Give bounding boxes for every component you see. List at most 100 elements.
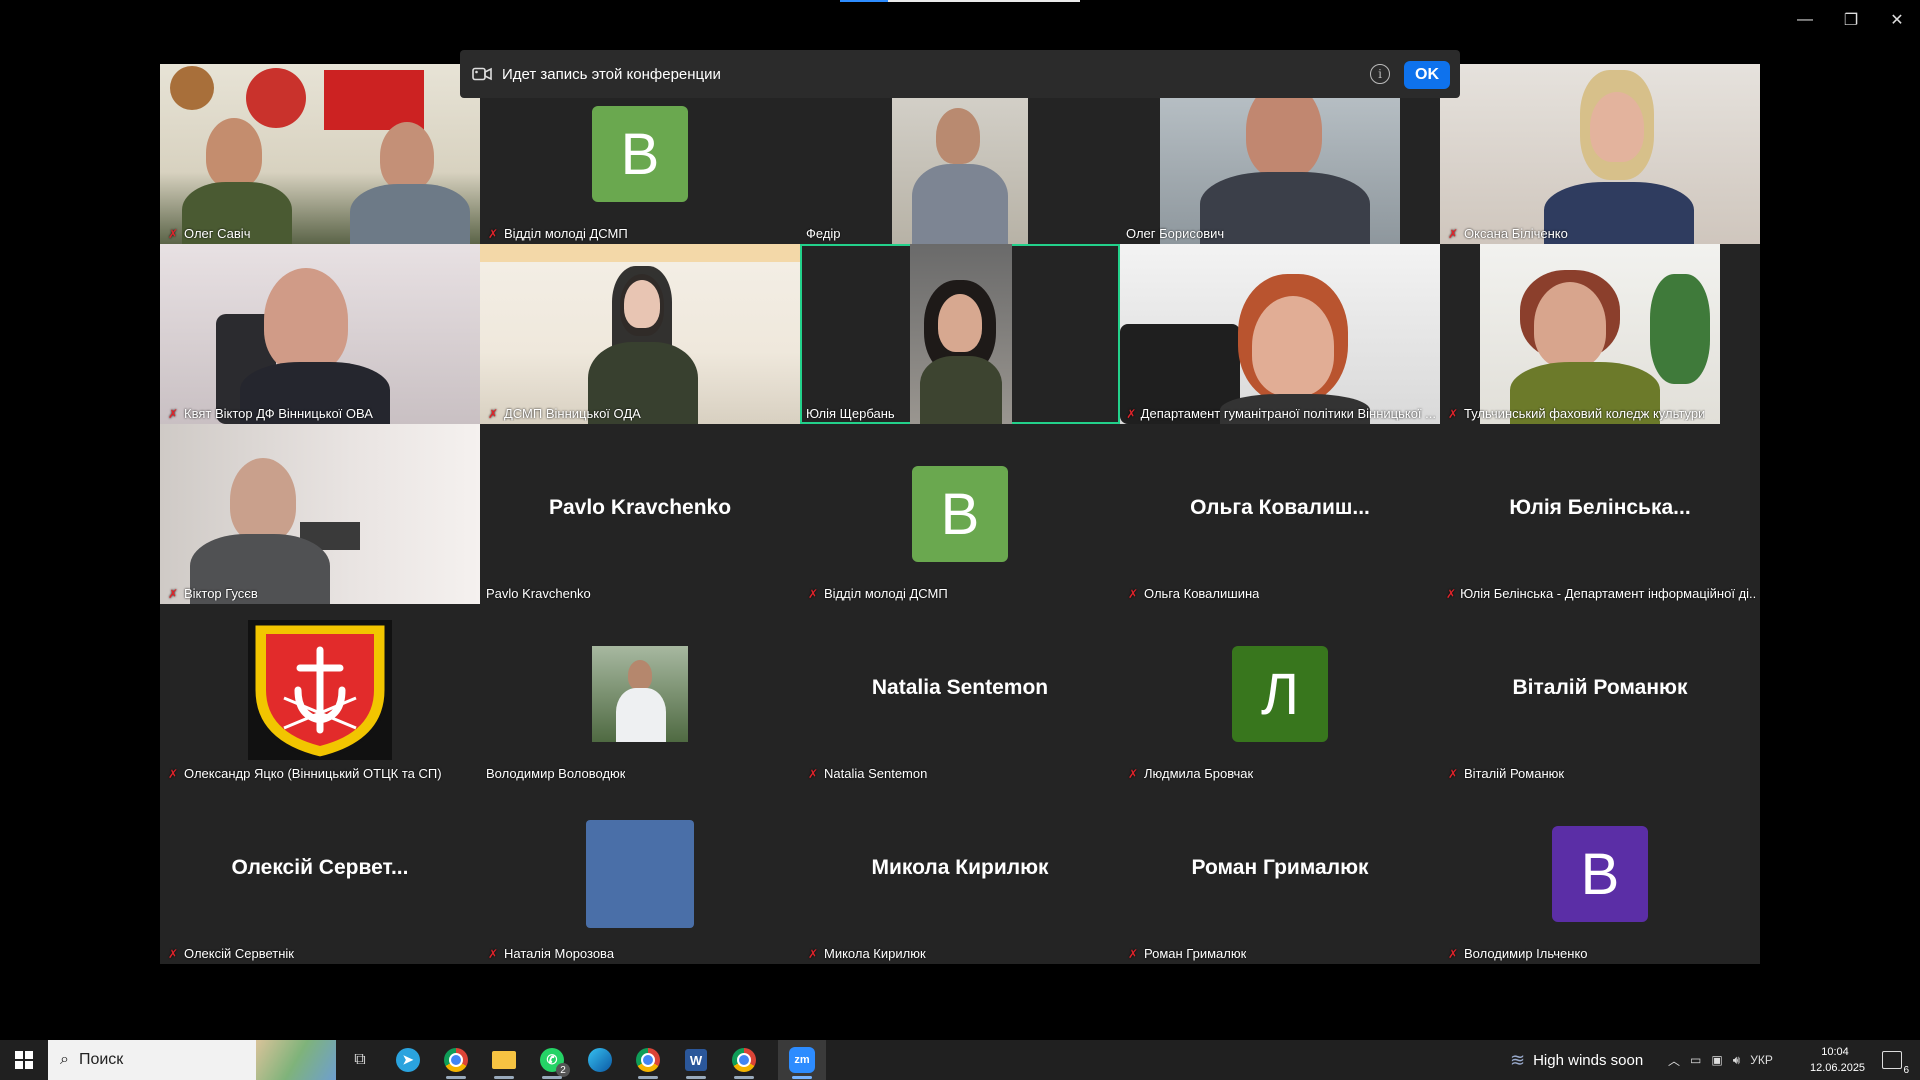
zoom-icon[interactable]: zm: [778, 1040, 826, 1080]
participant-video: [910, 244, 1012, 424]
recording-notification: Идет запись этой конференции i OK: [460, 50, 1460, 98]
participant-tile[interactable]: Natalia Sentemon ✗ Natalia Sentemon: [800, 604, 1120, 784]
chrome-icon[interactable]: [432, 1040, 480, 1080]
profile-photo: [592, 646, 688, 742]
system-tray: ︿ ▭ ▣ 🔊︎ УКР: [1668, 1040, 1773, 1080]
telegram-icon[interactable]: ➤: [384, 1040, 432, 1080]
participant-name: ✗ Natalia Sentemon: [807, 766, 928, 781]
participant-tile[interactable]: Віталій Романюк ✗ Віталій Романюк: [1440, 604, 1760, 784]
chrome-second-icon[interactable]: [720, 1040, 768, 1080]
participant-tile[interactable]: В ✗ Володимир Ільченко: [1440, 784, 1760, 964]
participant-display-name: Роман Грималюк: [1191, 856, 1369, 879]
participant-name: Федір: [806, 226, 841, 241]
ok-button[interactable]: OK: [1404, 61, 1450, 89]
battery-icon[interactable]: ▭: [1690, 1053, 1701, 1067]
participant-tile[interactable]: ✗ Олег Савіч: [160, 64, 480, 244]
participant-tile[interactable]: ✗ Наталія Морозова: [480, 784, 800, 964]
clock[interactable]: 10:04 12.06.2025: [1810, 1044, 1866, 1076]
participant-name: ✗ Тульчинський фаховий коледж культури: [1447, 406, 1706, 421]
avatar: В: [592, 106, 688, 202]
avatar: Л: [1232, 646, 1328, 742]
info-icon[interactable]: i: [1370, 64, 1390, 84]
participant-tile-active-speaker[interactable]: Юлія Щербань: [800, 244, 1120, 424]
participant-tile[interactable]: Pavlo Kravchenko Pavlo Kravchenko: [480, 424, 800, 604]
word-icon[interactable]: W: [672, 1040, 720, 1080]
participant-video: [1480, 244, 1720, 424]
participant-tile[interactable]: Олексій Сервет... ✗ Олексій Серветнік: [160, 784, 480, 964]
participant-display-name: Віталій Романюк: [1512, 676, 1688, 699]
whatsapp-badge: 2: [556, 1063, 570, 1077]
notification-count: 6: [1903, 1065, 1909, 1076]
participant-video: [160, 424, 480, 604]
participant-name: ✗ Микола Кирилюк: [807, 946, 926, 961]
participant-tile[interactable]: ✗ ДСМП Вінницької ОДА: [480, 244, 800, 424]
participant-name: ✗ Олексій Серветнік: [167, 946, 294, 961]
participant-tile[interactable]: Микола Кирилюк ✗ Микола Кирилюк: [800, 784, 1120, 964]
task-view-icon[interactable]: ⧉: [336, 1040, 384, 1080]
participant-tile[interactable]: ✗ Департамент гуманітраної політики Вінни…: [1120, 244, 1440, 424]
avatar: В: [912, 466, 1008, 562]
participant-name: Володимир Воловодюк: [486, 766, 626, 781]
mic-muted-icon: ✗: [487, 406, 499, 421]
mic-muted-icon: ✗: [487, 226, 499, 241]
weather-text: High winds soon: [1533, 1051, 1644, 1069]
search-icon: ⌕: [60, 1051, 69, 1068]
participant-display-name: Natalia Sentemon: [871, 676, 1049, 699]
participant-name: ✗ Віталій Романюк: [1447, 766, 1565, 781]
whatsapp-icon[interactable]: ✆ 2: [528, 1040, 576, 1080]
participant-name: ✗ Оксана Біліченко: [1447, 226, 1568, 241]
participant-video: [160, 244, 480, 424]
minimize-button[interactable]: —: [1782, 0, 1828, 40]
notification-center-icon[interactable]: 6: [1872, 1040, 1912, 1080]
participant-tile[interactable]: Ольга Ковалиш... ✗ Ольга Ковалишина: [1120, 424, 1440, 604]
close-button[interactable]: ✕: [1874, 0, 1920, 40]
participant-tile[interactable]: ✗ Квят Віктор ДФ Вінницької ОВА: [160, 244, 480, 424]
participant-tile[interactable]: ✗ Тульчинський фаховий коледж культури: [1440, 244, 1760, 424]
mic-muted-icon: ✗: [1447, 946, 1459, 961]
participant-tile[interactable]: Володимир Воловодюк: [480, 604, 800, 784]
participant-name: ✗ Роман Грималюк: [1127, 946, 1247, 961]
participant-name: ✗ ДСМП Вінницької ОДА: [487, 406, 641, 421]
search-placeholder: Поиск: [78, 1051, 124, 1068]
weather-widget[interactable]: ≋ High winds soon: [1510, 1040, 1643, 1080]
chrome-profile-icon[interactable]: [624, 1040, 672, 1080]
mic-muted-icon: ✗: [1446, 586, 1457, 601]
chevron-up-icon[interactable]: ︿: [1668, 1052, 1680, 1069]
gallery-view: ✗ Олег Савіч В ✗ Відділ молоді ДСМП Федір …: [160, 64, 1760, 964]
file-explorer-icon[interactable]: [480, 1040, 528, 1080]
recording-camera-icon: [472, 67, 492, 81]
participant-tile[interactable]: ✗ Олександр Яцко (Вінницький ОТЦК та СП): [160, 604, 480, 784]
participant-tile[interactable]: Л ✗ Людмила Бровчак: [1120, 604, 1440, 784]
participant-tile[interactable]: Юлія Белінська... ✗ Юлія Белінська - Депа…: [1440, 424, 1760, 604]
participant-video: [1440, 64, 1760, 244]
language-indicator[interactable]: УКР: [1750, 1053, 1773, 1067]
participant-tile[interactable]: В ✗ Відділ молоді ДСМП: [800, 424, 1120, 604]
volume-icon[interactable]: 🔊︎: [1733, 1053, 1741, 1068]
network-icon[interactable]: ▣: [1711, 1053, 1722, 1067]
mic-muted-icon: ✗: [1447, 766, 1459, 781]
mic-muted-icon: ✗: [167, 946, 179, 961]
mic-muted-icon: ✗: [167, 766, 179, 781]
wind-icon: ≋: [1510, 1049, 1526, 1070]
tab-indicator: [840, 0, 888, 2]
participant-tile[interactable]: Роман Грималюк ✗ Роман Грималюк: [1120, 784, 1440, 964]
edge-icon[interactable]: [576, 1040, 624, 1080]
mic-muted-icon: ✗: [167, 226, 179, 241]
clock-date: 12.06.2025: [1810, 1062, 1866, 1074]
mic-muted-icon: ✗: [1126, 406, 1137, 421]
participant-tile[interactable]: ✗ Віктор Гусєв: [160, 424, 480, 604]
taskbar-search[interactable]: ⌕ Поиск: [48, 1040, 336, 1080]
mic-muted-icon: ✗: [1127, 586, 1139, 601]
participant-video: [480, 244, 800, 424]
window-controls: — ❐ ✕: [1782, 0, 1920, 40]
participant-tile[interactable]: ✗ Оксана Біліченко: [1440, 64, 1760, 244]
windows-start-icon[interactable]: [0, 1040, 48, 1080]
mic-muted-icon: ✗: [807, 766, 819, 781]
participant-name: ✗ Ольга Ковалишина: [1127, 586, 1260, 601]
restore-button[interactable]: ❐: [1828, 0, 1874, 40]
mic-muted-icon: ✗: [1127, 766, 1139, 781]
coat-of-arms-image: [248, 620, 392, 760]
taskbar: ⌕ Поиск ⧉ ➤ ✆ 2 W zm ≋ High winds soon ︿ …: [0, 1040, 1920, 1080]
mic-muted-icon: ✗: [487, 946, 499, 961]
mic-muted-icon: ✗: [1127, 946, 1139, 961]
